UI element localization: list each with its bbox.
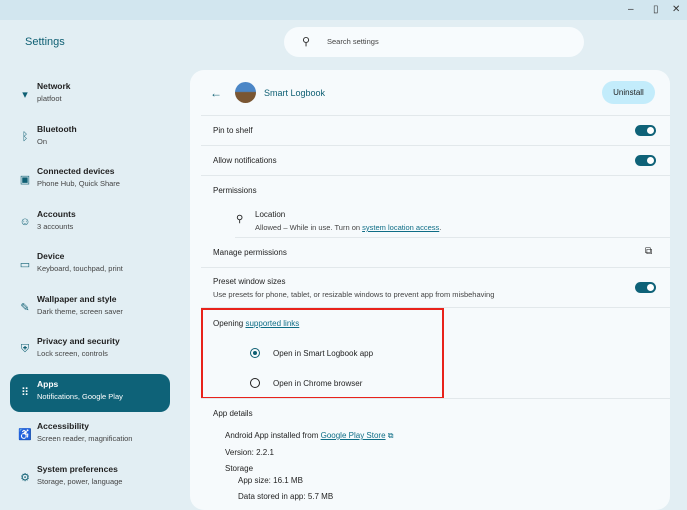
- sidebar-item-connected-devices[interactable]: ▣ Connected devices Phone Hub, Quick Share: [10, 161, 170, 199]
- sidebar-item-wallpaper-and-style[interactable]: ✎ Wallpaper and style Dark theme, screen s…: [10, 289, 170, 327]
- manage-permissions-link[interactable]: Manage permissions: [213, 248, 287, 257]
- pin-to-shelf-label: Pin to shelf: [213, 126, 253, 135]
- period: .: [439, 223, 442, 232]
- sidebar-item-sublabel: Keyboard, touchpad, print: [37, 264, 123, 273]
- system-location-access-link[interactable]: system location access: [362, 223, 439, 232]
- app-title: Settings: [25, 36, 65, 48]
- location-label: Location: [255, 210, 286, 219]
- sidebar-item-sublabel: 3 accounts: [37, 221, 74, 231]
- search-icon: ⚲: [302, 36, 311, 48]
- external-link-icon[interactable]: ⧉: [645, 246, 652, 257]
- bluetooth-icon: ᛒ: [21, 130, 29, 143]
- sidebar-item-label: Connected devices: [37, 166, 115, 176]
- sidebar-item-label: Wallpaper and style: [37, 293, 117, 304]
- back-arrow-icon[interactable]: ←: [210, 86, 222, 100]
- laptop-icon: ▭: [19, 259, 31, 271]
- sidebar-item-label: Accounts: [37, 208, 76, 219]
- sidebar-item-label: Bluetooth: [37, 123, 77, 134]
- shield-icon: ⛨: [20, 343, 30, 355]
- palette-icon: ✎: [20, 301, 30, 314]
- wifi-icon: ▾: [22, 89, 28, 101]
- sidebar-item-system-preferences[interactable]: ⚙ System preferences Storage, power, langu…: [10, 459, 170, 497]
- sidebar-item-network[interactable]: ▾ Network platfoot: [10, 76, 170, 114]
- app-details-heading: App details: [213, 409, 253, 418]
- app-size-label: App size: 16.1 MB: [238, 476, 303, 485]
- permissions-heading: Permissions: [213, 186, 257, 195]
- sidebar-item-label: Network: [37, 81, 71, 91]
- title-bar: – ▯ ✕: [0, 0, 687, 20]
- preset-window-sizes-toggle[interactable]: [635, 282, 656, 293]
- sidebar-item-device[interactable]: ▭ Device Keyboard, touchpad, print: [10, 246, 170, 284]
- uninstall-button[interactable]: Uninstall: [602, 81, 655, 104]
- app-logo-icon: [235, 82, 256, 103]
- version-label: Version: 2.2.1: [225, 448, 274, 457]
- external-link-icon[interactable]: ⧉: [388, 431, 394, 440]
- location-pin-icon: ⚲: [236, 214, 244, 225]
- sidebar-item-label: System preferences: [37, 463, 118, 474]
- pin-to-shelf-toggle[interactable]: [635, 125, 656, 136]
- apps-grid-icon: ⠿: [20, 386, 30, 399]
- preset-window-sizes-label: Preset window sizes: [213, 277, 286, 286]
- sidebar-item-label: Device: [37, 251, 65, 261]
- sidebar-item-label: Privacy and security: [37, 336, 120, 346]
- sidebar-item-sublabel: platfoot: [37, 94, 62, 103]
- maximize-icon[interactable]: ▯: [653, 4, 659, 15]
- storage-heading: Storage: [225, 464, 254, 473]
- notifications-toggle[interactable]: [635, 155, 656, 166]
- close-icon[interactable]: ✕: [672, 4, 680, 15]
- sidebar-item-sublabel: Dark theme, screen saver: [37, 306, 123, 316]
- minimize-icon[interactable]: –: [628, 4, 634, 15]
- sidebar-item-accessibility[interactable]: ♿ Accessibility Screen reader, magnificati…: [10, 416, 170, 454]
- account-icon: ☺: [19, 215, 31, 228]
- notifications-label: Allow notifications: [213, 156, 277, 165]
- sidebar-item-apps[interactable]: ⠿ Apps Notifications, Google Play: [10, 373, 170, 412]
- search-input[interactable]: ⚲ Search settings: [284, 27, 584, 57]
- devices-icon: ▣: [19, 174, 31, 186]
- google-play-store-link[interactable]: Google Play Store: [321, 431, 386, 440]
- sidebar-item-accounts[interactable]: ☺ Accounts 3 accounts: [10, 204, 170, 242]
- sidebar-item-privacy-and-security[interactable]: ⛨ Privacy and security Lock screen, contro…: [10, 331, 170, 369]
- sidebar-item-label: Apps: [37, 378, 59, 389]
- location-status: Allowed – While in use. Turn on: [255, 223, 363, 232]
- sidebar-item-sublabel: Lock screen, controls: [37, 349, 108, 358]
- search-placeholder: Search settings: [327, 37, 379, 46]
- sidebar-item-sublabel: Storage, power, language: [37, 476, 123, 486]
- sidebar-item-sublabel: Screen reader, magnification: [37, 434, 133, 443]
- installed-from-label: Android App installed from: [225, 431, 321, 440]
- sidebar-item-bluetooth[interactable]: ᛒ Bluetooth On: [10, 119, 170, 157]
- app-name: Smart Logbook: [264, 88, 326, 98]
- sidebar-item-label: Accessibility: [37, 421, 89, 431]
- highlight-box: [201, 308, 444, 399]
- accessibility-icon: ♿: [18, 429, 32, 441]
- preset-window-sizes-description: Use presets for phone, tablet, or resiza…: [213, 290, 495, 299]
- sidebar-item-sublabel: On: [37, 136, 48, 146]
- sidebar-item-sublabel: Notifications, Google Play: [37, 391, 123, 401]
- sidebar-item-sublabel: Phone Hub, Quick Share: [37, 179, 120, 188]
- gear-icon: ⚙: [20, 471, 30, 484]
